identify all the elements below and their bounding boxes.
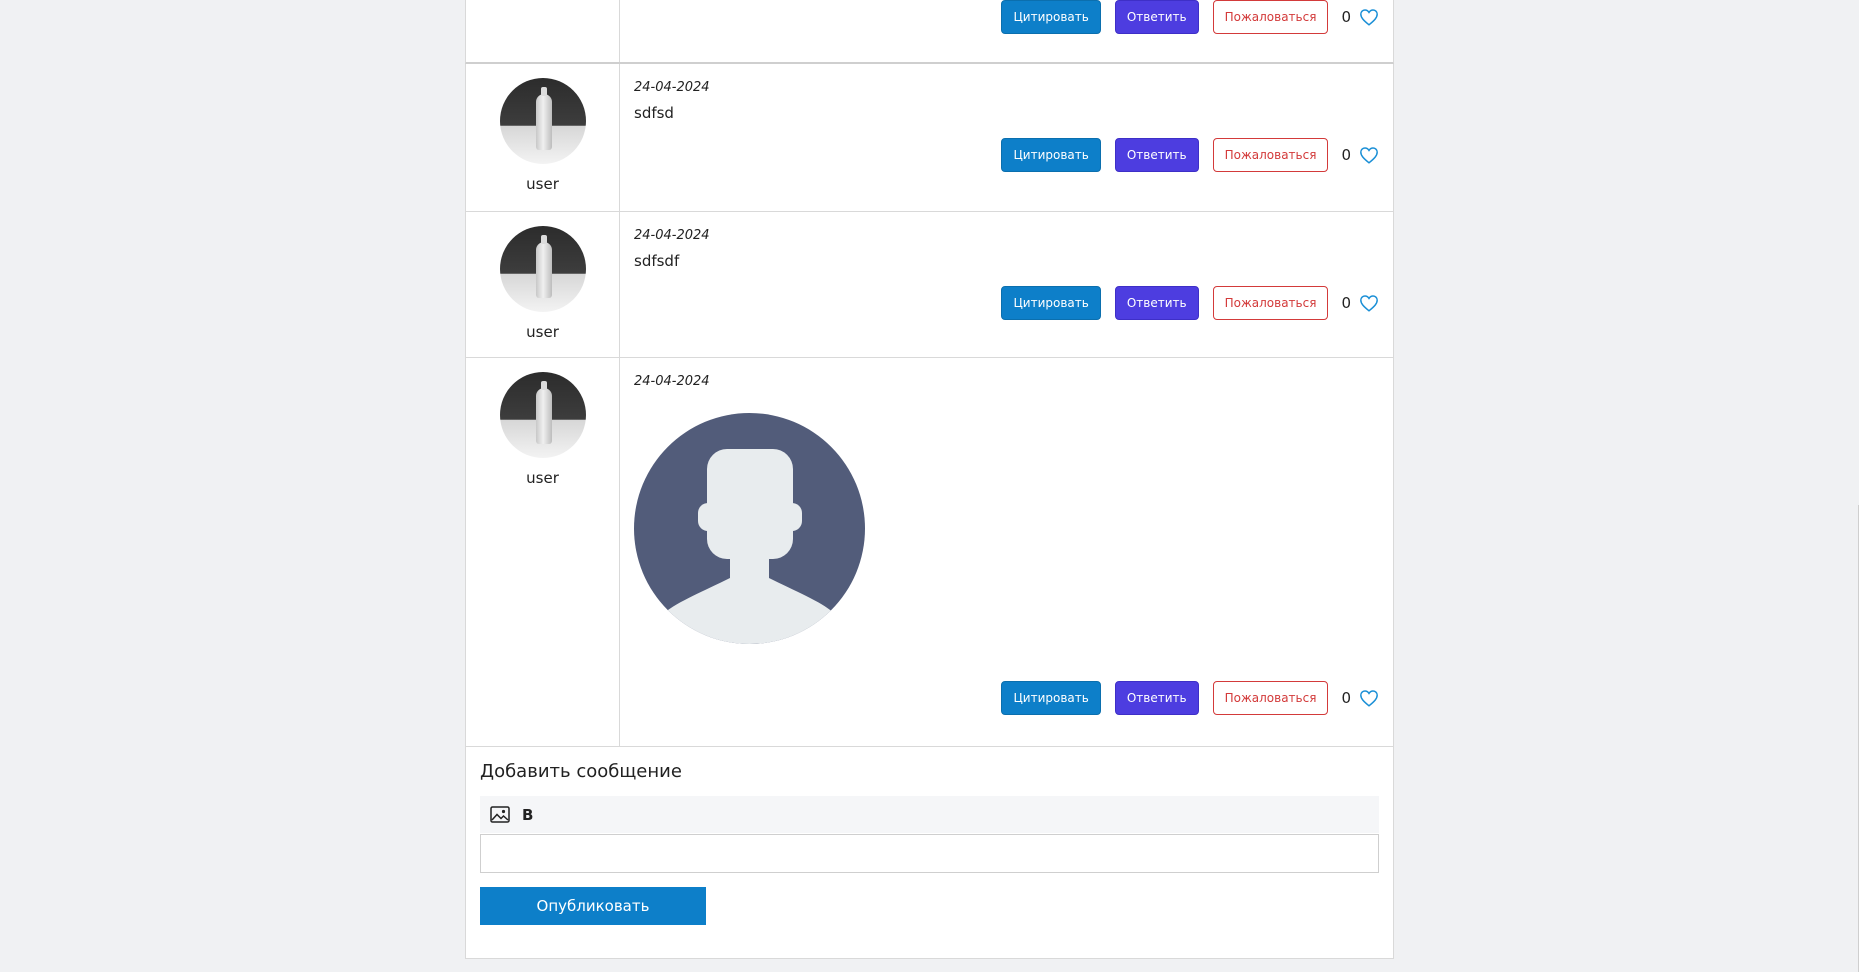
report-button[interactable]: Пожаловаться — [1212, 286, 1329, 320]
heart-icon[interactable] — [1359, 689, 1379, 707]
reply-button[interactable]: Ответить — [1114, 681, 1199, 715]
post: user 24-04-2024 sdfsdf Цитировать Ответи… — [465, 212, 1394, 358]
post-actions: Цитировать Ответить Пожаловаться 0 — [1001, 681, 1379, 715]
post-content: 24-04-2024 Цитировать Ответить Пожаловат… — [620, 358, 1393, 746]
post: user 24-04-2024 sdfsd Цитировать Ответит… — [465, 64, 1394, 212]
publish-button[interactable]: Опубликовать — [480, 887, 706, 925]
post-content: Цитировать Ответить Пожаловаться 0 — [620, 0, 1393, 62]
post-date: 24-04-2024 — [634, 228, 710, 243]
like-control: 0 — [1341, 689, 1379, 707]
post-date: 24-04-2024 — [634, 80, 710, 95]
avatar[interactable] — [499, 226, 586, 312]
quote-button[interactable]: Цитировать — [1001, 286, 1101, 320]
heart-icon[interactable] — [1359, 294, 1379, 312]
post-date: 24-04-2024 — [634, 374, 710, 389]
post-author: user — [466, 64, 620, 211]
avatar[interactable] — [499, 372, 586, 458]
like-count: 0 — [1341, 8, 1351, 26]
heart-icon[interactable] — [1359, 8, 1379, 26]
user-silhouette-icon — [664, 449, 834, 644]
reply-button[interactable]: Ответить — [1114, 0, 1199, 34]
post-author: user — [466, 212, 620, 357]
post: Цитировать Ответить Пожаловаться 0 — [465, 0, 1394, 64]
post-actions: Цитировать Ответить Пожаловаться 0 — [1001, 138, 1379, 172]
like-count: 0 — [1341, 294, 1351, 312]
reply-button[interactable]: Ответить — [1114, 138, 1199, 172]
post-author: user — [466, 358, 620, 746]
quote-button[interactable]: Цитировать — [1001, 681, 1101, 715]
bold-button[interactable]: B — [522, 806, 533, 824]
image-icon — [490, 806, 510, 823]
quote-button[interactable]: Цитировать — [1001, 138, 1101, 172]
post-content: 24-04-2024 sdfsdf Цитировать Ответить По… — [620, 212, 1393, 357]
composer-title: Добавить сообщение — [480, 761, 682, 782]
post-author — [466, 0, 620, 62]
editor-toolbar: B — [480, 796, 1379, 833]
insert-image-button[interactable] — [490, 806, 510, 823]
report-button[interactable]: Пожаловаться — [1212, 681, 1329, 715]
post-text: sdfsd — [634, 104, 674, 122]
avatar[interactable] — [499, 78, 586, 164]
post: user 24-04-2024 Цитировать Ответить Пожа… — [465, 358, 1394, 746]
like-control: 0 — [1341, 8, 1379, 26]
like-control: 0 — [1341, 146, 1379, 164]
post-text: sdfsdf — [634, 252, 680, 270]
author-name[interactable]: user — [526, 323, 559, 341]
post-content: 24-04-2024 sdfsd Цитировать Ответить Пож… — [620, 64, 1393, 211]
thread: Цитировать Ответить Пожаловаться 0 user … — [465, 0, 1394, 746]
post-actions: Цитировать Ответить Пожаловаться 0 — [1001, 286, 1379, 320]
attached-image[interactable] — [634, 413, 865, 644]
reply-button[interactable]: Ответить — [1114, 286, 1199, 320]
message-input[interactable] — [480, 834, 1379, 873]
heart-icon[interactable] — [1359, 146, 1379, 164]
author-name[interactable]: user — [526, 175, 559, 193]
report-button[interactable]: Пожаловаться — [1212, 138, 1329, 172]
author-name[interactable]: user — [526, 469, 559, 487]
like-count: 0 — [1341, 689, 1351, 707]
post-actions: Цитировать Ответить Пожаловаться 0 — [1001, 0, 1379, 34]
quote-button[interactable]: Цитировать — [1001, 0, 1101, 34]
like-control: 0 — [1341, 294, 1379, 312]
add-message-form: Добавить сообщение B Опубликовать — [465, 746, 1394, 959]
like-count: 0 — [1341, 146, 1351, 164]
report-button[interactable]: Пожаловаться — [1212, 0, 1329, 34]
